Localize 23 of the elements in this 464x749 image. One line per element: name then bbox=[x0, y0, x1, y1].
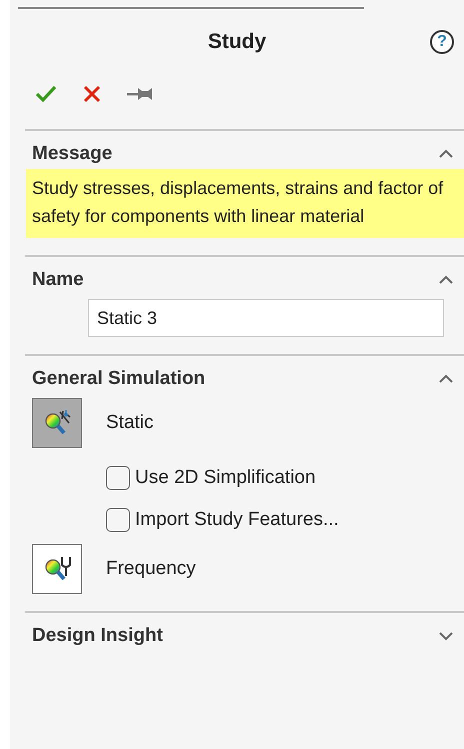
study-type-label: Static bbox=[106, 412, 154, 434]
panel-title: Study bbox=[208, 30, 266, 54]
collapse-chevron-icon[interactable] bbox=[438, 374, 454, 384]
study-type-label: Frequency bbox=[106, 558, 196, 580]
collapse-chevron-icon[interactable] bbox=[438, 149, 454, 159]
message-text: Study stresses, displacements, strains and factor of safety for components with linear material bbox=[26, 169, 464, 238]
section-title: General Simulation bbox=[32, 368, 206, 390]
static-study-button[interactable] bbox=[32, 398, 82, 448]
expand-chevron-icon[interactable] bbox=[438, 631, 454, 641]
checkbox-label: Import Study Features... bbox=[135, 509, 339, 531]
frequency-study-button[interactable] bbox=[32, 544, 82, 594]
section-title: Design Insight bbox=[32, 625, 163, 647]
pin-icon[interactable] bbox=[127, 85, 153, 103]
checkbox[interactable] bbox=[106, 508, 130, 532]
name-input-field[interactable]: Static 3 bbox=[88, 299, 444, 337]
collapse-chevron-icon[interactable] bbox=[438, 275, 454, 285]
section-title: Name bbox=[32, 269, 84, 291]
section-title: Message bbox=[32, 143, 112, 165]
help-button[interactable]: ? bbox=[430, 30, 454, 54]
cancel-x-icon[interactable] bbox=[83, 85, 101, 103]
checkbox-label: Use 2D Simplification bbox=[135, 467, 316, 489]
ok-check-icon[interactable] bbox=[35, 85, 57, 103]
checkbox[interactable] bbox=[106, 466, 130, 490]
